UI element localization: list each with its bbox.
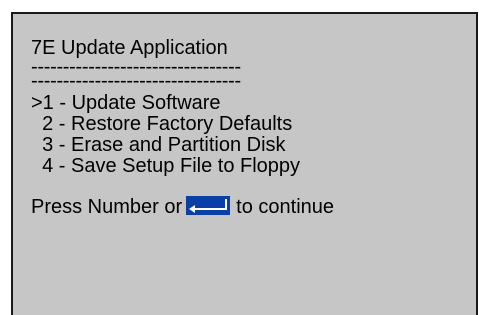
- separator-line: ---------------------------------: [31, 70, 241, 92]
- continue-prompt: Press Number or to continue: [31, 196, 335, 218]
- menu-item-erase-partition-disk[interactable]: 3 - Erase and Partition Disk: [31, 135, 300, 156]
- menu-item-restore-factory-defaults[interactable]: 2 - Restore Factory Defaults: [31, 114, 300, 135]
- option-menu: >1 - Update Software 2 - Restore Factory…: [31, 93, 300, 177]
- enter-key-icon: [186, 196, 231, 215]
- menu-item-update-software[interactable]: >1 - Update Software: [31, 93, 300, 114]
- prompt-text-before: Press Number or: [31, 196, 183, 218]
- menu-item-save-setup-file[interactable]: 4 - Save Setup File to Floppy: [31, 156, 300, 177]
- update-application-screen: 7E Update Application ------------------…: [11, 12, 478, 315]
- prompt-text-after: to continue: [236, 196, 335, 218]
